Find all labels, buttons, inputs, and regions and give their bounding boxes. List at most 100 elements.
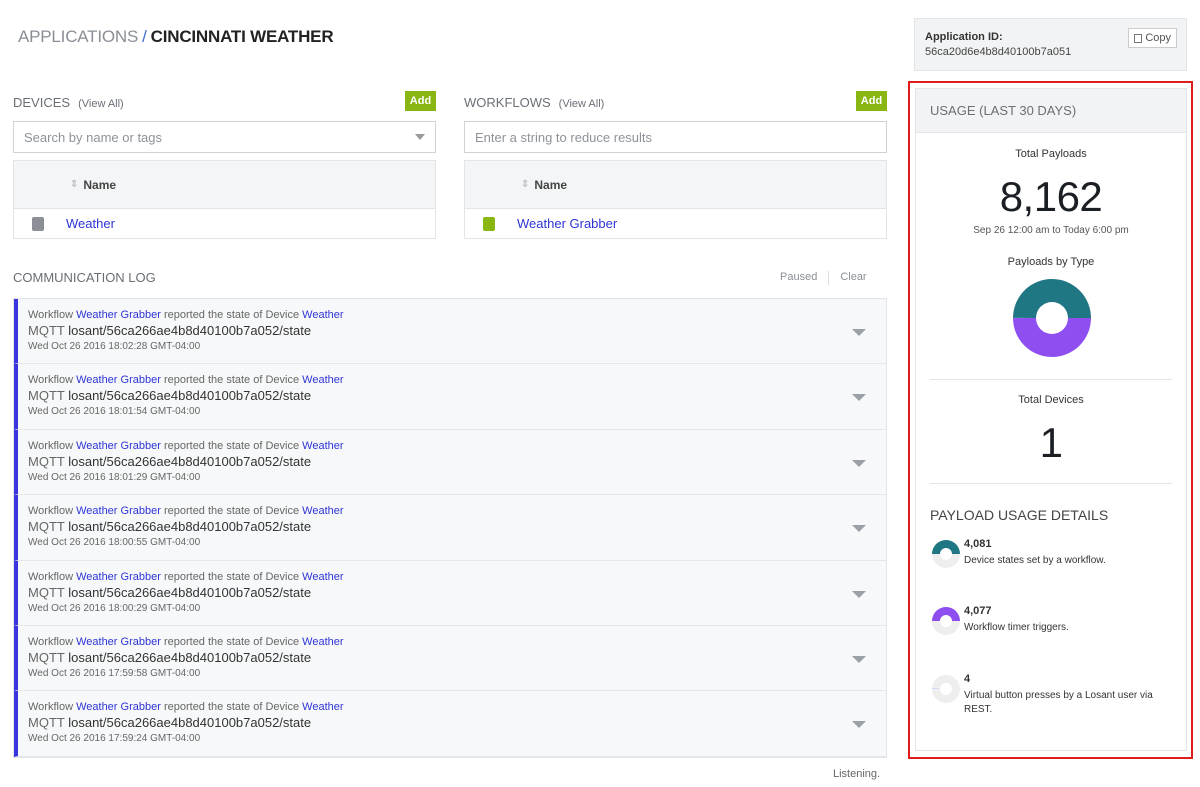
log-entry-summary: Workflow Weather Grabber reported the st… — [28, 701, 886, 713]
device-search-placeholder: Search by name or tags — [24, 129, 163, 145]
log-entry[interactable]: Workflow Weather Grabber reported the st… — [14, 429, 886, 496]
divider — [828, 271, 830, 285]
add-workflow-button[interactable]: Add — [856, 91, 887, 111]
expand-caret-icon[interactable] — [852, 655, 866, 663]
clear-button[interactable]: Clear — [840, 271, 866, 285]
log-device-link[interactable]: Weather — [302, 374, 343, 386]
log-workflow-link[interactable]: Weather Grabber — [76, 374, 161, 386]
log-timestamp: Wed Oct 26 2016 18:02:28 GMT-04:00 — [28, 341, 201, 352]
log-workflow-link[interactable]: Weather Grabber — [76, 505, 161, 517]
log-middle: reported the state of Device — [163, 505, 300, 518]
log-topic: losant/56ca266ae4b8d40100b7a052/state — [68, 519, 312, 535]
workflow-filter-placeholder: Enter a string to reduce results — [475, 129, 653, 145]
log-workflow-link[interactable]: Weather Grabber — [76, 701, 161, 713]
log-prefix: Workflow — [28, 635, 74, 648]
log-device-link[interactable]: Weather — [302, 636, 343, 648]
log-workflow-link[interactable]: Weather Grabber — [76, 636, 161, 648]
workflows-title: WORKFLOWS — [464, 95, 551, 110]
log-entry-summary: Workflow Weather Grabber reported the st… — [28, 505, 886, 517]
log-entry-summary: Workflow Weather Grabber reported the st… — [28, 571, 886, 583]
table-row[interactable]: Weather — [14, 209, 435, 238]
log-entry-topic-line: MQTT losant/56ca266ae4b8d40100b7a052/sta… — [28, 454, 886, 469]
donut-slice-1 — [1013, 318, 1091, 357]
expand-caret-icon[interactable] — [852, 394, 866, 402]
table-row[interactable]: Weather Grabber — [465, 209, 886, 238]
log-timestamp: Wed Oct 26 2016 18:01:29 GMT-04:00 — [28, 471, 201, 483]
breadcrumb: APPLICATIONS / CINCINNATI WEATHER — [18, 27, 334, 47]
log-prefix: Workflow — [28, 505, 74, 518]
detail-description: Workflow timer triggers. — [964, 622, 1069, 633]
log-device-link[interactable]: Weather — [302, 701, 343, 713]
devices-table-header: ⇕ Name — [14, 161, 435, 209]
device-color-icon — [32, 216, 44, 231]
log-entry[interactable]: Workflow Weather Grabber reported the st… — [14, 364, 886, 430]
total-payloads-value: 8,162 — [999, 173, 1103, 220]
log-topic: losant/56ca266ae4b8d40100b7a052/state — [68, 323, 312, 338]
expand-caret-icon[interactable] — [852, 590, 866, 598]
log-protocol: MQTT — [28, 323, 65, 338]
log-timestamp: Wed Oct 26 2016 17:59:24 GMT-04:00 — [28, 733, 201, 745]
workflow-filter-input[interactable]: Enter a string to reduce results — [464, 121, 887, 153]
device-search-select[interactable]: Search by name or tags — [13, 121, 436, 153]
breadcrumb-applications-link[interactable]: APPLICATIONS — [18, 27, 138, 46]
log-workflow-link[interactable]: Weather Grabber — [76, 309, 161, 321]
log-entry-topic-line: MQTT losant/56ca266ae4b8d40100b7a052/sta… — [28, 715, 886, 730]
log-device-link[interactable]: Weather — [302, 505, 343, 517]
paused-button[interactable]: Paused — [780, 271, 817, 285]
log-topic: losant/56ca266ae4b8d40100b7a052/state — [68, 388, 312, 404]
log-device-link[interactable]: Weather — [302, 440, 343, 452]
total-payloads-label: Total Payloads — [1015, 148, 1087, 160]
workflow-link[interactable]: Weather Grabber — [517, 216, 617, 231]
log-prefix: Workflow — [28, 701, 74, 714]
expand-caret-icon[interactable] — [852, 329, 866, 336]
payloads-by-type-label: Payloads by Type — [1007, 256, 1095, 268]
log-entry[interactable]: Workflow Weather Grabber reported the st… — [14, 299, 886, 365]
devices-heading: DEVICES (View All) — [13, 95, 124, 110]
add-device-button[interactable]: Add — [405, 91, 436, 111]
devices-view-all-link[interactable]: (View All) — [78, 98, 124, 110]
log-entry-topic-line: MQTT losant/56ca266ae4b8d40100b7a052/sta… — [28, 519, 886, 534]
log-middle: reported the state of Device — [163, 701, 300, 714]
log-entry[interactable]: Workflow Weather Grabber reported the st… — [14, 495, 886, 561]
communication-log-list: Workflow Weather Grabber reported the st… — [13, 298, 887, 758]
log-protocol: MQTT — [28, 453, 65, 469]
total-devices-label: Total Devices — [1018, 394, 1084, 406]
log-entry-summary: Workflow Weather Grabber reported the st… — [28, 309, 886, 321]
log-device-link[interactable]: Weather — [302, 571, 343, 583]
log-workflow-link[interactable]: Weather Grabber — [76, 571, 161, 583]
log-entry-topic-line: MQTT losant/56ca266ae4b8d40100b7a052/sta… — [28, 585, 886, 600]
detail-value: 4 — [964, 673, 971, 685]
log-entry[interactable]: Workflow Weather Grabber reported the st… — [14, 691, 886, 757]
application-id-box: Application ID: 56ca20d6e4b8d40100b7a051… — [914, 18, 1187, 71]
log-device-link[interactable]: Weather — [302, 309, 343, 321]
log-workflow-link[interactable]: Weather Grabber — [76, 440, 161, 452]
copy-button[interactable]: Copy — [1128, 28, 1177, 48]
copy-icon — [1134, 33, 1143, 43]
sort-icon[interactable]: ⇕ — [70, 179, 78, 190]
device-link[interactable]: Weather — [66, 216, 115, 231]
breadcrumb-separator: / — [142, 27, 147, 46]
log-middle: reported the state of Device — [163, 439, 300, 452]
detail-value: 4,077 — [964, 605, 992, 617]
log-prefix: Workflow — [28, 374, 74, 387]
workflows-heading: WORKFLOWS (View All) — [464, 95, 604, 110]
log-entry-topic-line: MQTT losant/56ca266ae4b8d40100b7a052/sta… — [28, 388, 886, 403]
log-protocol: MQTT — [28, 715, 65, 731]
expand-caret-icon[interactable] — [852, 525, 866, 533]
log-topic: losant/56ca266ae4b8d40100b7a052/state — [68, 649, 312, 665]
expand-caret-icon[interactable] — [852, 721, 866, 729]
sort-icon[interactable]: ⇕ — [521, 179, 529, 190]
timer-triggers-donut-icon — [932, 607, 960, 635]
log-prefix: Workflow — [28, 309, 74, 321]
log-entry[interactable]: Workflow Weather Grabber reported the st… — [14, 560, 886, 626]
usage-card: USAGE (LAST 30 DAYS) Total Payloads 8,16… — [915, 88, 1187, 751]
divider — [930, 483, 1172, 484]
workflows-column-name[interactable]: Name — [534, 178, 567, 192]
log-middle: reported the state of Device — [163, 309, 300, 321]
mini-donut-slice — [932, 540, 960, 554]
devices-column-name[interactable]: Name — [83, 178, 116, 192]
workflows-view-all-link[interactable]: (View All) — [559, 98, 605, 110]
workflows-table-header: ⇕ Name — [465, 161, 886, 209]
expand-caret-icon[interactable] — [852, 459, 866, 467]
log-entry[interactable]: Workflow Weather Grabber reported the st… — [14, 625, 886, 692]
